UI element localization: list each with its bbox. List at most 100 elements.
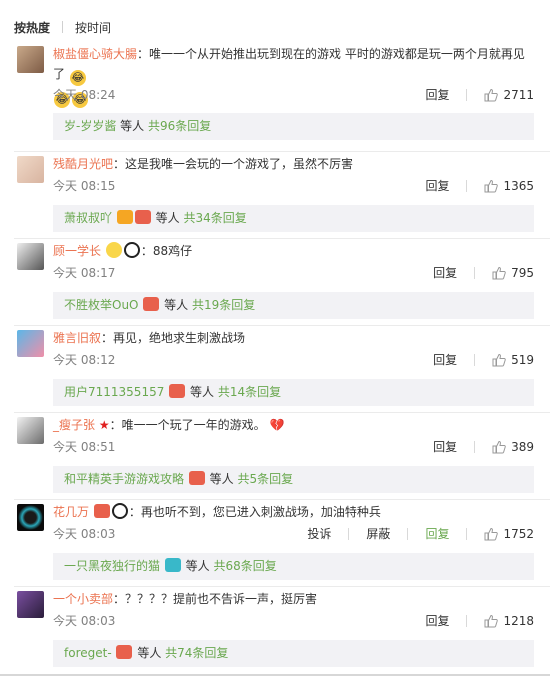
duck-emoji-icon [105,242,122,258]
comment-username[interactable]: 顾一学长 [53,244,101,258]
reply-button[interactable]: 回复 [425,86,449,103]
comment-actions: 回复 1365 [408,177,534,194]
comment-actions: 回复 1218 [408,612,534,629]
like-button[interactable]: 2711 [484,88,534,102]
comment-username[interactable]: 椒盐僵心骑大腸 [53,47,137,61]
comment-username[interactable]: 残酷月光吧 [53,157,113,171]
thumbs-up-icon [484,527,499,540]
reply-summary[interactable]: foreget- 等人 共74条回复 [53,640,534,667]
comment-actions: 回复 2711 [408,86,534,103]
comment-time: 今天 08:24 [53,88,116,102]
avatar[interactable] [17,591,44,618]
avatar[interactable] [17,504,44,531]
action-divider [466,179,468,192]
like-count: 519 [511,352,534,367]
like-button[interactable]: 1365 [484,179,534,193]
reply-button[interactable]: 回复 [433,351,457,368]
comment-item: 顾一学长 ：88鸡仔 今天 08:17 回复 795 不胜枚举OuO 等人 共1… [0,239,550,326]
reply-username[interactable]: foreget- [64,646,112,660]
panda-emoji-icon [111,503,128,519]
reply-username[interactable]: 和平精英手游游戏攻略 [64,472,184,486]
sort-tabs: 按热度 按时间 [14,19,111,35]
comment-item: 花几万 ：再也听不到，您已进入刺激战场，加油特种兵 今天 08:03 投诉 屏蔽… [0,500,550,587]
reply-others: 等人 [155,211,180,225]
reply-summary[interactable]: 和平精英手游游戏攻略 等人 共5条回复 [53,466,534,493]
comment-username[interactable]: 一个小卖部 [53,592,113,606]
reply-button[interactable]: 回复 [425,525,449,542]
like-button[interactable]: 519 [492,353,534,367]
tab-by-time[interactable]: 按时间 [75,19,111,36]
like-count: 389 [511,439,534,454]
comment-text: ：这是我唯一会玩的一个游戏了，虽然不厉害 [113,157,354,171]
action-divider [466,614,468,627]
comment-time: 今天 08:17 [53,266,116,280]
reply-others: 等人 [137,646,162,660]
action-divider [474,353,476,366]
block-button[interactable]: 屏蔽 [366,525,390,542]
comment-text: ：？？？？提前也不告诉一声，挺厉害 [113,592,318,606]
like-button[interactable]: 795 [492,266,534,280]
like-button[interactable]: 1218 [484,614,534,628]
reply-count[interactable]: 共5条回复 [238,472,294,486]
action-divider [474,266,476,279]
comment-text: ：再也听不到，您已进入刺激战场，加油特种兵 [128,505,381,519]
avatar[interactable] [17,243,44,270]
thumbs-up-icon [484,88,499,101]
avatar[interactable] [17,46,44,73]
reply-others: 等人 [190,385,215,399]
vip-badge-icon [169,384,186,398]
reply-username[interactable]: 萧叔叔吖 [64,211,112,225]
thumbs-up-icon [492,266,506,279]
comment-time: 今天 08:03 [53,527,116,541]
comment-username[interactable]: 花几万 [53,505,89,519]
broken-heart-icon: 💔 [269,418,285,432]
reply-button[interactable]: 回复 [425,177,449,194]
reply-username[interactable]: 用户7111355157 [64,385,164,399]
like-count: 1752 [503,526,534,541]
reply-count[interactable]: 共19条回复 [192,298,255,312]
comment-username[interactable]: _瘦子张 [53,418,95,432]
reply-button[interactable]: 回复 [425,612,449,629]
reply-username[interactable]: 一只黑夜独行的猫 [64,559,160,573]
reply-count[interactable]: 共14条回复 [218,385,281,399]
action-divider [466,88,468,101]
avatar[interactable] [17,417,44,444]
reply-summary[interactable]: 一只黑夜独行的猫 等人 共68条回复 [53,553,534,580]
reply-count[interactable]: 共34条回复 [184,211,247,225]
comment-spacer [0,130,550,152]
comment-text-line: 一个小卖部：？？？？提前也不告诉一声，挺厉害 [53,589,526,609]
avatar[interactable] [17,156,44,183]
reply-count[interactable]: 共74条回复 [165,646,228,660]
comment-actions: 投诉 屏蔽 回复 1752 [290,525,534,542]
tab-by-popularity[interactable]: 按热度 [14,19,50,36]
laughing-emoji-icon: 😂 [69,70,86,86]
reply-count[interactable]: 共68条回复 [214,559,277,573]
comment-text-line: 顾一学长 ：88鸡仔 [53,241,526,261]
avatar[interactable] [17,330,44,357]
thumbs-up-icon [484,614,499,627]
vip-badge-icon [164,558,181,572]
reply-button[interactable]: 回复 [433,438,457,455]
comment-text-line: 花几万 ：再也听不到，您已进入刺激战场，加油特种兵 [53,502,526,522]
tab-divider [62,21,64,33]
comment-username[interactable]: 雅言旧叙 [53,331,101,345]
comment-time: 今天 08:12 [53,353,116,367]
comment-text-line: _瘦子张 ★：唯一一个玩了一年的游戏。 💔 [53,415,526,435]
like-count: 1218 [503,613,534,628]
action-divider [407,527,409,540]
vip-badge-icon [116,210,133,224]
reply-button[interactable]: 回复 [433,264,457,281]
reply-summary[interactable]: 萧叔叔吖 等人 共34条回复 [53,205,534,232]
reply-username[interactable]: 不胜枚举OuO [64,298,139,312]
reply-summary[interactable]: 用户7111355157 等人 共14条回复 [53,379,534,406]
vip-badge-icon [134,210,151,224]
comment-list: 椒盐僵心骑大腸：唯一一个从开始推出玩到现在的游戏 平时的游戏都是玩一两个月就再见… [0,42,550,674]
comment-item: 雅言旧叙：再见，绝地求生刺激战场 今天 08:12 回复 519 用户71113… [0,326,550,413]
report-button[interactable]: 投诉 [307,525,331,542]
action-divider [466,527,468,540]
like-button[interactable]: 389 [492,440,534,454]
like-button[interactable]: 1752 [484,527,534,541]
reply-summary[interactable]: 不胜枚举OuO 等人 共19条回复 [53,292,534,319]
red-star-icon: ★ [98,418,110,432]
vip-badge-icon [93,504,110,518]
